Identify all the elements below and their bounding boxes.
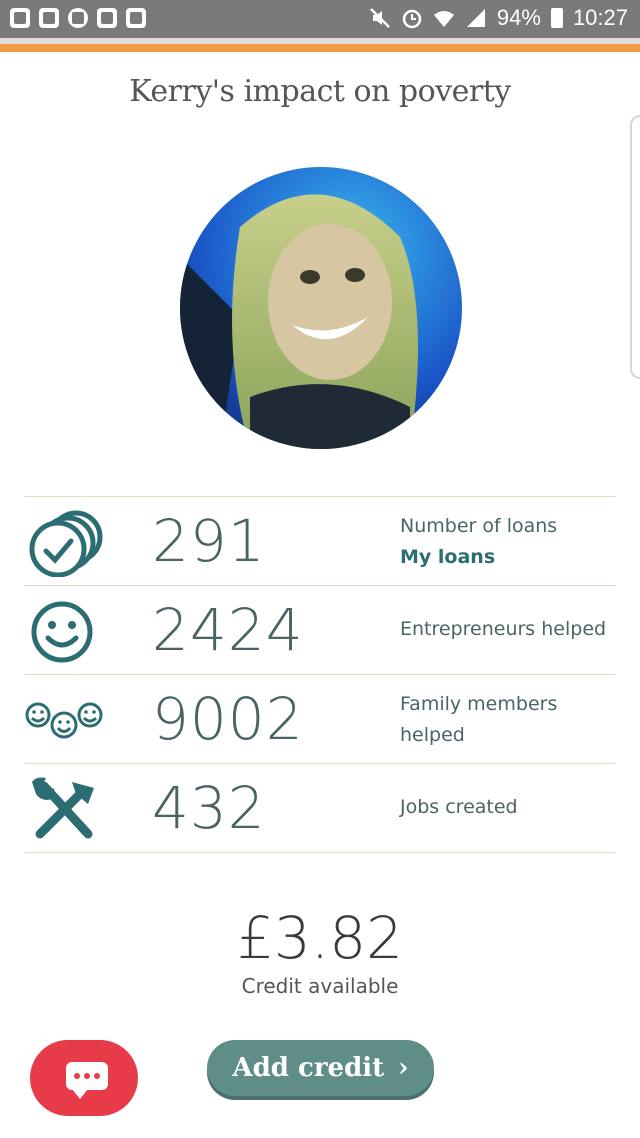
- my-loans-link[interactable]: My loans: [400, 542, 557, 573]
- calendar-icon: [126, 8, 146, 28]
- stat-row-entrepreneurs: 2424 Entrepreneurs helped: [24, 585, 616, 674]
- stat-row-jobs: 432 Jobs created: [24, 763, 616, 853]
- notification-icons: [10, 8, 146, 28]
- chat-button[interactable]: [30, 1040, 138, 1116]
- mute-icon: [370, 8, 390, 28]
- edge-panel-handle[interactable]: [630, 115, 640, 379]
- family-smileys-icon: [25, 702, 103, 739]
- stat-label: Jobs created: [400, 796, 518, 818]
- add-credit-button[interactable]: Add credit ›: [207, 1040, 434, 1096]
- battery-icon: [550, 8, 563, 28]
- impact-stats: 291 Number of loans My loans 2424 Entrep…: [24, 496, 616, 853]
- chevron-right-icon: ›: [398, 1053, 409, 1083]
- add-credit-label: Add credit: [232, 1053, 385, 1083]
- stat-label: Family members helped: [400, 689, 557, 751]
- alarm-icon: [402, 9, 422, 29]
- profile-photo: [180, 167, 462, 449]
- stat-value: 291: [152, 507, 266, 575]
- app-icon: [10, 8, 30, 28]
- stat-row-loans: 291 Number of loans My loans: [24, 496, 616, 585]
- page-title: Kerry's impact on poverty: [129, 74, 511, 109]
- stat-label: Number of loans My loans: [400, 511, 557, 573]
- stat-label-line1: Family members: [400, 693, 558, 715]
- status-bar: 94% 10:27: [0, 0, 640, 38]
- credit-label: Credit available: [241, 974, 399, 998]
- stat-label-text: Number of loans: [400, 515, 558, 537]
- chat-bubble-icon: [66, 1062, 108, 1099]
- wifi-icon: [433, 11, 454, 27]
- signal-icon: [466, 9, 485, 27]
- avatar: [180, 167, 462, 449]
- stat-label-line2: helped: [400, 724, 465, 746]
- stat-row-family: 9002 Family members helped: [24, 674, 616, 763]
- stat-value: 2424: [152, 596, 304, 664]
- clock: 10:27: [572, 5, 628, 30]
- bbc-news-icon: [97, 8, 117, 28]
- stat-value: 9002: [152, 685, 304, 753]
- storage-icon: [68, 8, 88, 28]
- outlook-icon: [39, 8, 59, 28]
- credit-amount: £3.82: [236, 904, 404, 972]
- stat-value: 432: [152, 774, 266, 842]
- system-status: 94% 10:27: [369, 5, 628, 31]
- brand-accent-bar: [0, 44, 640, 52]
- smiley-icon: [31, 601, 93, 663]
- stat-label: Entrepreneurs helped: [400, 618, 607, 640]
- battery-percent: 94%: [496, 5, 541, 30]
- hammer-wrench-icon: [32, 777, 94, 839]
- loans-stack-check-icon: [29, 510, 103, 577]
